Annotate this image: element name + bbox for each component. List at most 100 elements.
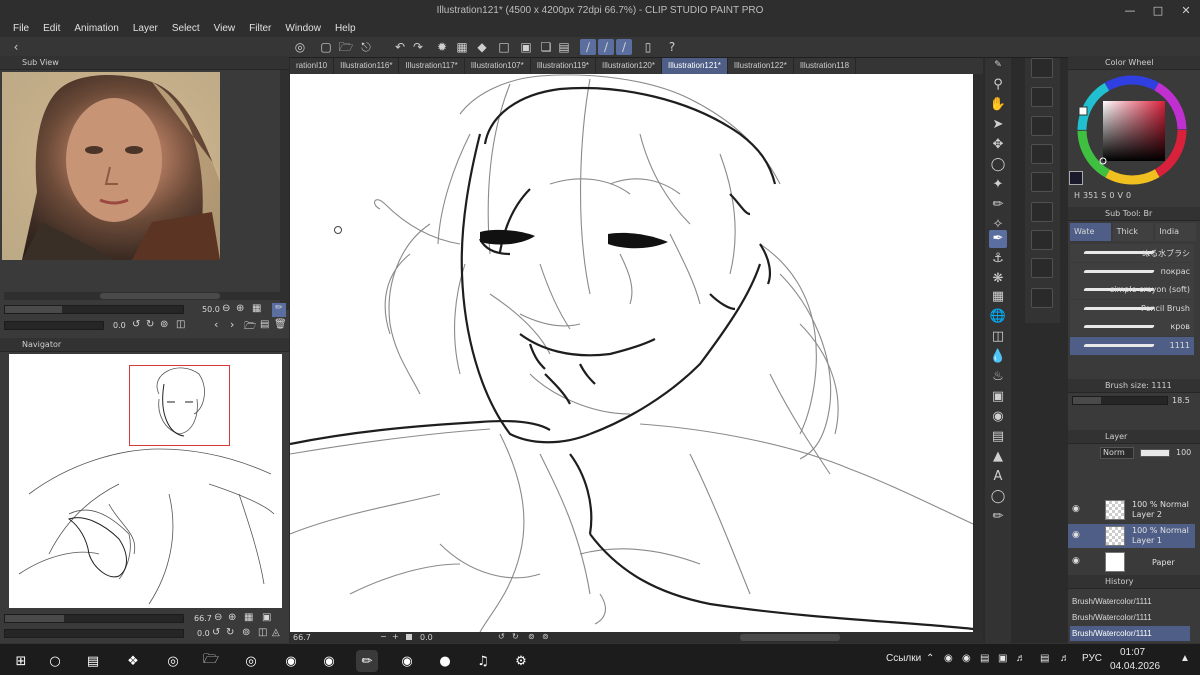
redo-icon[interactable]: ↷ <box>410 39 426 55</box>
quick-access-9-icon[interactable] <box>1031 288 1053 308</box>
menu-file[interactable]: File <box>6 23 36 34</box>
sub-tool-tab-watercolor[interactable]: Wate <box>1070 223 1111 241</box>
sub-view-scrollbar[interactable] <box>280 70 289 310</box>
clock-date[interactable]: 04.04.2026 <box>1110 661 1160 672</box>
quick-access-8-icon[interactable] <box>1031 258 1053 278</box>
invert-selection-icon[interactable]: ▤ <box>556 39 572 55</box>
eyedropper-icon[interactable]: ✏ <box>272 303 286 317</box>
quick-access-7-icon[interactable] <box>1031 230 1053 250</box>
canvas-vertical-scrollbar[interactable] <box>974 74 983 632</box>
open-folder-icon[interactable]: 🗁 <box>338 39 354 55</box>
save-icon[interactable]: ⎋ <box>358 39 374 55</box>
menu-view[interactable]: View <box>207 23 243 34</box>
menu-layer[interactable]: Layer <box>126 23 165 34</box>
spotify-icon[interactable]: ♫ <box>472 650 494 672</box>
brush-preset[interactable]: кров <box>1070 318 1194 336</box>
magic-wand-tool-icon[interactable]: ✦ <box>989 176 1007 194</box>
navigator-rotate-slider[interactable] <box>4 629 184 638</box>
document-tab[interactable]: rationI10 <box>290 58 335 74</box>
nav-fit-icon[interactable]: ▦ <box>244 612 253 623</box>
opacity-slider[interactable] <box>1140 449 1170 457</box>
quick-access-5-icon[interactable] <box>1031 172 1053 192</box>
tray-network-icon[interactable]: ▤ <box>1040 653 1049 664</box>
menu-filter[interactable]: Filter <box>242 23 278 34</box>
tray-display-icon[interactable]: ▣ <box>998 653 1007 664</box>
undo-icon[interactable]: ↶ <box>392 39 408 55</box>
canvas-rotate-right-icon[interactable]: ↻ <box>512 632 519 641</box>
document-tab[interactable]: Illustration122* <box>728 58 794 74</box>
nav-actual-size-icon[interactable]: ▣ <box>262 612 271 623</box>
color-wheel[interactable] <box>1072 72 1194 188</box>
airbrush-tool-icon[interactable]: ⚓ <box>989 250 1007 268</box>
tray-volume-icon[interactable]: ♬ <box>1060 653 1070 664</box>
nav-rotate-left-icon[interactable]: ↺ <box>212 627 220 638</box>
clock-time[interactable]: 01:07 <box>1120 647 1145 658</box>
clear-icon[interactable]: ✹ <box>434 39 450 55</box>
menu-edit[interactable]: Edit <box>36 23 67 34</box>
texture-tool-icon[interactable]: ▦ <box>989 288 1007 306</box>
close-icon[interactable]: ✕ <box>1172 0 1200 20</box>
sub-tool-tab-india[interactable]: India <box>1155 223 1197 241</box>
correction-tool-icon[interactable]: ✏ <box>989 508 1007 526</box>
search-icon[interactable]: ○ <box>44 650 66 672</box>
import-folder-icon[interactable]: ▤ <box>260 319 269 330</box>
document-tab[interactable]: Illustration120* <box>596 58 662 74</box>
document-tab[interactable]: Illustration119* <box>531 58 597 74</box>
brush-preset[interactable]: ぬる水ブラシ <box>1070 244 1194 262</box>
document-tab[interactable]: Illustration121* <box>661 58 728 74</box>
help-icon[interactable]: ? <box>664 39 680 55</box>
nav-zoom-out-icon[interactable]: ⊖ <box>214 612 222 623</box>
document-tab[interactable]: Illustration116* <box>334 58 400 74</box>
visibility-eye-icon[interactable]: ◉ <box>1072 556 1080 566</box>
rotate-right-icon[interactable]: ↻ <box>146 319 154 330</box>
rotate-left-icon[interactable]: ↺ <box>132 319 140 330</box>
zoom-in-icon[interactable]: ⊕ <box>236 303 244 314</box>
snap-grid-icon[interactable]: ∕ <box>616 39 632 55</box>
operation-tool-icon[interactable]: ➤ <box>989 116 1007 134</box>
chrome-profile-icon[interactable]: ◉ <box>396 650 418 672</box>
reset-rotate-icon[interactable]: ⊚ <box>160 319 168 330</box>
transform-icon[interactable]: ▣ <box>518 39 534 55</box>
canvas-rotate-left-icon[interactable]: ↺ <box>498 632 505 641</box>
menu-window[interactable]: Window <box>278 23 328 34</box>
maximize-icon[interactable]: □ <box>1144 0 1172 20</box>
fill-tool-icon[interactable]: ♨ <box>989 368 1007 386</box>
canvas-zoom-handle[interactable] <box>406 634 412 640</box>
snap-ruler-icon[interactable]: ∕ <box>580 39 596 55</box>
ruler-tool-icon[interactable]: ▲ <box>989 448 1007 466</box>
nav-rotate-right-icon[interactable]: ↻ <box>226 627 234 638</box>
layer-row[interactable]: ◉ 100 % Normal Layer 2 <box>1068 498 1195 522</box>
document-tab[interactable]: Illustration117* <box>399 58 465 74</box>
edge-icon[interactable]: ◎ <box>162 650 184 672</box>
brush-preset[interactable]: simple crayon (soft) <box>1070 281 1194 299</box>
fit-icon[interactable]: ▦ <box>252 303 261 314</box>
document-tab[interactable]: Illustration107* <box>465 58 531 74</box>
sub-view-hscroll[interactable] <box>4 292 280 300</box>
canvas-zoom-minus-icon[interactable]: − <box>380 632 387 641</box>
history-item[interactable]: Brush/Watercolor/1111 <box>1070 626 1190 641</box>
chrome-icon[interactable]: ◉ <box>318 650 340 672</box>
hand-tool-icon[interactable]: ✋ <box>989 96 1007 114</box>
lasso-tool-icon[interactable]: ◯ <box>989 156 1007 174</box>
quick-access-1-icon[interactable] <box>1031 58 1053 78</box>
document-tab[interactable]: Illustration118 <box>794 58 857 74</box>
snap-special-ruler-icon[interactable]: ∕ <box>598 39 614 55</box>
new-file-icon[interactable]: ▢ <box>318 39 334 55</box>
canvas-reset-rotate-icon[interactable]: ⊚ <box>528 632 535 641</box>
layer-row[interactable]: ◉ Paper <box>1068 550 1195 574</box>
osu-icon[interactable]: ● <box>434 650 456 672</box>
quick-access-6-icon[interactable] <box>1031 202 1053 222</box>
language-indicator[interactable]: РУС <box>1082 653 1102 664</box>
tray-app-icon[interactable]: ◉ <box>944 653 953 664</box>
discord-icon[interactable]: ◉ <box>280 650 302 672</box>
brush-preset[interactable]: покрас <box>1070 262 1194 281</box>
history-item[interactable]: Brush/Watercolor/1111 <box>1070 594 1190 609</box>
menu-animation[interactable]: Animation <box>67 23 125 34</box>
show-hidden-icons-icon[interactable]: ⌃ <box>926 653 934 664</box>
globe-tool-icon[interactable]: 🌐 <box>989 308 1007 326</box>
trash-icon[interactable]: 🗑 <box>274 319 287 330</box>
tray-nvidia-icon[interactable]: ◉ <box>962 653 971 664</box>
quick-access-2-icon[interactable] <box>1031 87 1053 107</box>
links-toolbar[interactable]: Ссылки <box>886 653 921 664</box>
steam-icon[interactable]: ⚙ <box>510 650 532 672</box>
